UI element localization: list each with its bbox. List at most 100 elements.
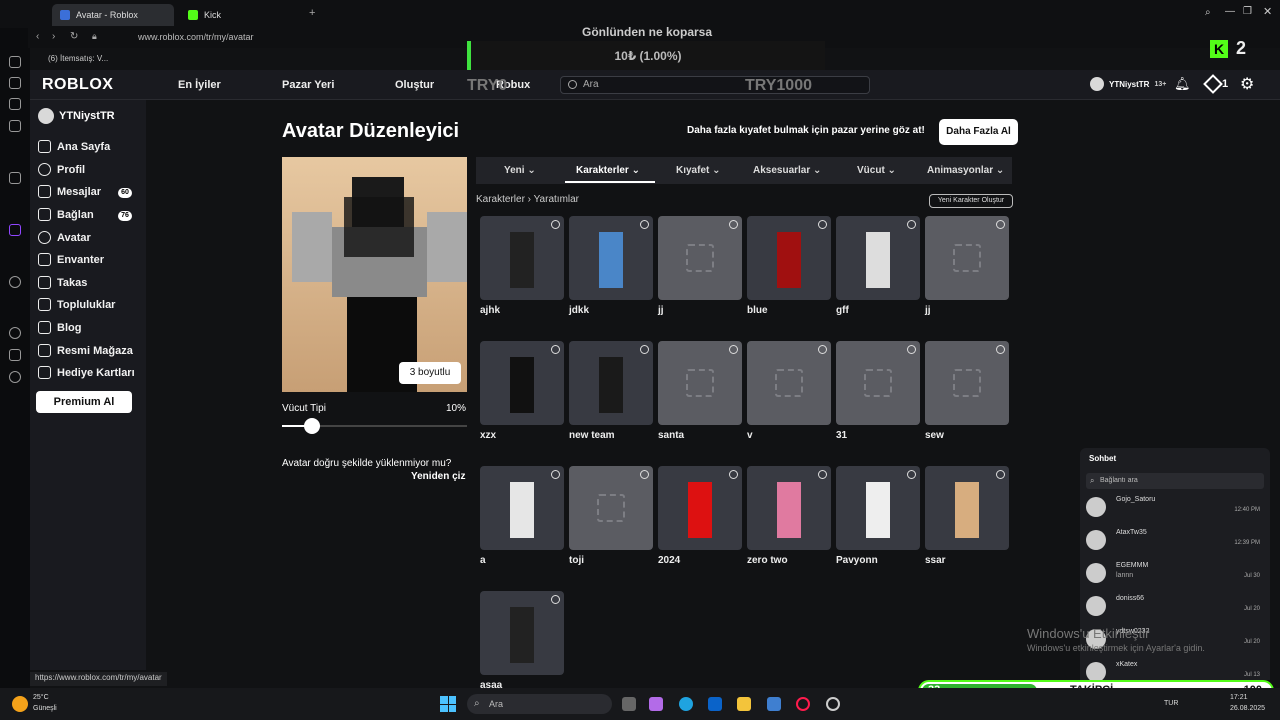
sidebar-item-messages[interactable]: Mesajlar xyxy=(38,185,101,198)
premium-button[interactable]: Premium Al xyxy=(36,391,132,413)
opera-gx-icon[interactable] xyxy=(796,697,810,711)
character-card[interactable] xyxy=(836,216,920,300)
gear-icon[interactable] xyxy=(907,345,916,354)
gear-icon[interactable] xyxy=(729,220,738,229)
url-field[interactable]: www.roblox.com/tr/my/avatar xyxy=(138,32,254,42)
gear-icon[interactable] xyxy=(551,220,560,229)
gear-icon[interactable] xyxy=(729,345,738,354)
taskbar-search-input[interactable]: ⌕ Ara xyxy=(467,694,612,714)
reload-icon[interactable]: ↻ xyxy=(70,31,78,42)
character-card[interactable] xyxy=(658,341,742,425)
mail-icon[interactable] xyxy=(9,120,21,132)
character-card[interactable] xyxy=(658,216,742,300)
character-card[interactable] xyxy=(747,216,831,300)
gear-icon[interactable] xyxy=(907,470,916,479)
back-icon[interactable]: ‹ xyxy=(36,31,39,42)
sidebar-item-blog[interactable]: Blog xyxy=(38,321,81,334)
gear-icon[interactable] xyxy=(907,220,916,229)
nav-create[interactable]: Oluştur xyxy=(395,79,434,91)
gear-icon[interactable] xyxy=(640,345,649,354)
edge-icon[interactable] xyxy=(679,697,693,711)
character-card[interactable] xyxy=(747,341,831,425)
gear-icon[interactable] xyxy=(996,345,1005,354)
search-input[interactable]: Ara xyxy=(560,76,870,94)
nav-marketplace[interactable]: Pazar Yeri xyxy=(282,79,334,91)
bell-icon[interactable]: 🔔︎ xyxy=(1174,76,1191,92)
nav-user[interactable]: YTNiystTR 13+ xyxy=(1090,77,1166,91)
character-card[interactable] xyxy=(747,466,831,550)
new-tab-icon[interactable]: + xyxy=(309,7,315,19)
sidebar-item-gift-cards[interactable]: Hediye Kartları xyxy=(38,366,135,379)
sidebar-user[interactable]: YTNiystTR xyxy=(38,108,115,124)
get-more-button[interactable]: Daha Fazla Al xyxy=(939,119,1018,145)
tab-roblox[interactable]: Avatar - Roblox xyxy=(52,4,174,26)
character-card[interactable] xyxy=(925,216,1009,300)
gear-icon[interactable] xyxy=(818,470,827,479)
character-card[interactable] xyxy=(480,466,564,550)
extensions-icon[interactable] xyxy=(9,349,21,361)
character-card[interactable] xyxy=(569,341,653,425)
character-card[interactable] xyxy=(569,216,653,300)
character-card[interactable] xyxy=(569,466,653,550)
maximize-icon[interactable]: ❐ xyxy=(1243,6,1252,17)
search-tabs-icon[interactable]: ⌕ xyxy=(1205,7,1211,18)
roblox-logo[interactable]: ROBLOX xyxy=(42,76,113,94)
tab-new[interactable]: Yeni ⌄ xyxy=(504,165,536,176)
character-card[interactable] xyxy=(658,466,742,550)
character-card[interactable] xyxy=(480,341,564,425)
twitch-icon[interactable] xyxy=(9,224,21,236)
sidebar-item-connect[interactable]: Bağlan xyxy=(38,208,94,221)
character-card[interactable] xyxy=(836,466,920,550)
clock-time[interactable]: 17:21 xyxy=(1230,694,1248,701)
weather-icon[interactable] xyxy=(12,696,28,712)
windows-start-icon[interactable] xyxy=(440,696,456,712)
3d-toggle-button[interactable]: 3 boyutlu xyxy=(399,362,461,384)
close-icon[interactable]: ✕ xyxy=(1263,5,1272,18)
store-app-icon[interactable] xyxy=(708,697,722,711)
character-card[interactable] xyxy=(836,341,920,425)
roblox-app-icon[interactable] xyxy=(9,172,21,184)
character-card[interactable] xyxy=(480,591,564,675)
avatar-preview[interactable]: 3 boyutlu xyxy=(282,157,467,392)
tab-body[interactable]: Vücut ⌄ xyxy=(857,165,896,176)
sidebar-item-inventory[interactable]: Envanter xyxy=(38,253,104,266)
player-icon[interactable] xyxy=(9,276,21,288)
speed-dial-icon[interactable] xyxy=(9,56,21,68)
gear-icon[interactable] xyxy=(551,595,560,604)
sidebar-item-home[interactable]: Ana Sayfa xyxy=(38,140,110,153)
sidebar-item-trade[interactable]: Takas xyxy=(38,276,87,289)
sidebar-item-store[interactable]: Resmi Mağaza xyxy=(38,344,133,357)
forward-icon[interactable]: › xyxy=(52,31,55,42)
clock-date[interactable]: 26.08.2025 xyxy=(1230,705,1265,712)
chat-item[interactable]: Gojo_Satoru 12:40 PM xyxy=(1086,494,1264,524)
chat-item[interactable]: AtaxTw35 12:39 PM xyxy=(1086,527,1264,557)
sidebar-item-profile[interactable]: Profil xyxy=(38,163,85,176)
gear-icon[interactable] xyxy=(818,345,827,354)
tab-accessories[interactable]: Aksesuarlar ⌄ xyxy=(753,165,821,176)
task-view-icon[interactable] xyxy=(622,697,636,711)
explorer-icon[interactable] xyxy=(737,697,751,711)
bookmark-item[interactable]: (6) İtemsatış: V... xyxy=(48,54,108,63)
tab-clothing[interactable]: Kıyafet ⌄ xyxy=(676,165,721,176)
gear-icon[interactable] xyxy=(996,470,1005,479)
redraw-link[interactable]: Yeniden çiz xyxy=(411,471,465,482)
gear-icon[interactable] xyxy=(551,470,560,479)
breadcrumb-root[interactable]: Karakterler xyxy=(476,194,525,205)
tab-kick[interactable]: Kick xyxy=(180,4,300,26)
character-card[interactable] xyxy=(480,216,564,300)
new-character-button[interactable]: Yeni Karakter Oluştur xyxy=(929,194,1013,208)
gear-icon[interactable] xyxy=(640,220,649,229)
tab-characters[interactable]: Karakterler ⌄ xyxy=(576,165,640,176)
gear-icon[interactable] xyxy=(996,220,1005,229)
minimize-icon[interactable]: — xyxy=(1225,6,1235,17)
gear-icon[interactable] xyxy=(551,345,560,354)
obs-icon[interactable] xyxy=(826,697,840,711)
input-language[interactable]: TUR xyxy=(1164,700,1178,707)
gear-icon[interactable] xyxy=(818,220,827,229)
body-type-slider-knob[interactable] xyxy=(303,418,320,434)
gear-icon[interactable] xyxy=(729,470,738,479)
sidebar-item-communities[interactable]: Topluluklar xyxy=(38,298,115,311)
chat-item[interactable]: EGEMMM lannn Jul 30 xyxy=(1086,560,1264,590)
chat-search-input[interactable]: ⌕ Bağlantı ara xyxy=(1086,473,1264,489)
nav-charts[interactable]: En İyiler xyxy=(178,79,221,91)
